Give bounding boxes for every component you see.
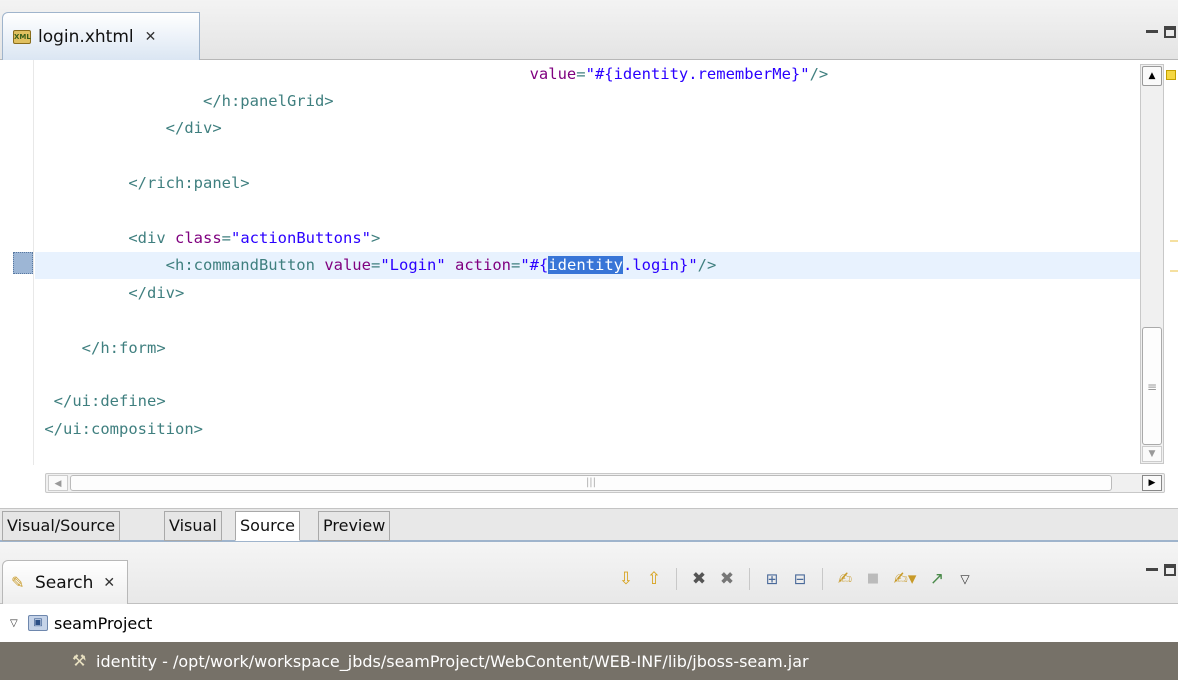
current-line-marker xyxy=(13,252,33,274)
toolbar-separator xyxy=(749,568,750,590)
search-match-row[interactable]: ⚒ identity - /opt/work/workspace_jbds/se… xyxy=(0,642,1178,680)
tab-preview[interactable]: Preview xyxy=(318,511,391,541)
pin-search-view-icon[interactable]: ↗ xyxy=(923,568,951,590)
code-line: </h:panelGrid> xyxy=(202,92,334,110)
warning-marker-icon[interactable] xyxy=(1166,70,1176,80)
search-view-tab[interactable]: ✎ Search ✕ xyxy=(2,560,128,604)
expand-all-icon[interactable]: ⊞ xyxy=(758,568,786,590)
scroll-right-arrow-icon[interactable]: ▶ xyxy=(1142,475,1162,491)
remove-match-icon[interactable]: ✖ xyxy=(685,568,713,590)
code-line: </ui:composition> xyxy=(44,420,203,438)
view-menu-icon[interactable]: ▽ xyxy=(951,568,979,590)
tab-visual-source[interactable]: Visual/Source xyxy=(2,511,121,541)
tree-node-project[interactable]: ▽ ▣ seamProject xyxy=(10,610,152,636)
code-text-area[interactable]: value="#{identity.rememberMe}"/> </h:pan… xyxy=(35,60,1140,465)
source-editor[interactable]: value="#{identity.rememberMe}"/> </h:pan… xyxy=(0,60,1178,508)
search-again-icon[interactable]: ✍ xyxy=(831,568,859,590)
tab-source[interactable]: Source xyxy=(235,511,300,541)
maximize-icon[interactable] xyxy=(1164,564,1176,576)
toolbar-separator xyxy=(676,568,677,590)
toolbar-separator xyxy=(822,568,823,590)
occurrence-marker[interactable] xyxy=(1170,270,1178,272)
search-results-tree[interactable]: ▽ ▣ seamProject ⚒ identity - /opt/work/w… xyxy=(0,604,1178,698)
minimize-icon[interactable] xyxy=(1146,30,1158,33)
code-line: </ui:define> xyxy=(53,392,166,410)
remove-all-matches-icon[interactable]: ✖ xyxy=(713,568,741,590)
editor-page-tabs: Visual/Source Visual Source Preview xyxy=(0,508,1178,542)
occurrence-marker[interactable] xyxy=(1170,240,1178,242)
project-label: seamProject xyxy=(54,613,153,633)
close-tab-icon[interactable]: ✕ xyxy=(103,575,115,591)
search-tab-label: Search xyxy=(35,572,94,593)
scroll-left-arrow-icon[interactable]: ◀ xyxy=(48,475,68,491)
code-line: value="#{identity.rememberMe}"/> xyxy=(529,65,829,83)
minimize-icon[interactable] xyxy=(1146,568,1158,571)
next-match-icon[interactable]: ⇩ xyxy=(612,568,640,590)
maximize-icon[interactable] xyxy=(1164,26,1176,38)
vertical-scrollbar[interactable]: ▲ ≡ ▼ xyxy=(1140,64,1164,464)
collapse-arrow-icon[interactable]: ▽ xyxy=(10,618,22,629)
editor-tab-login-xhtml[interactable]: XML login.xhtml ✕ xyxy=(2,12,200,60)
tab-visual[interactable]: Visual xyxy=(164,511,222,541)
code-line: </h:form> xyxy=(81,339,166,357)
cancel-search-icon[interactable]: ■ xyxy=(859,568,887,590)
code-line-current: <h:commandButton value="Login" action="#… xyxy=(35,252,1140,279)
search-match-label: identity - /opt/work/workspace_jbds/seam… xyxy=(96,651,809,671)
tools-icon: ⚒ xyxy=(72,651,87,670)
previous-match-icon[interactable]: ⇧ xyxy=(640,568,668,590)
editor-window-controls xyxy=(1146,26,1176,38)
project-folder-icon: ▣ xyxy=(28,615,48,631)
collapse-all-icon[interactable]: ⊟ xyxy=(786,568,814,590)
horizontal-scrollbar[interactable]: ◀ ||| ▶ xyxy=(45,473,1165,493)
search-toolbar: ⇩ ⇧ ✖ ✖ ⊞ ⊟ ✍ ■ ✍▾ ↗ ▽ xyxy=(612,568,979,590)
selected-text[interactable]: identity xyxy=(548,256,623,274)
vertical-scroll-thumb[interactable]: ≡ xyxy=(1142,327,1162,445)
code-line: </rich:panel> xyxy=(128,174,250,192)
code-line: <div class="actionButtons"> xyxy=(128,229,381,247)
code-line: </div> xyxy=(165,119,222,137)
vertical-ruler xyxy=(0,60,34,465)
xhtml-file-icon: XML xyxy=(13,29,31,44)
search-flashlight-icon: ✎ xyxy=(11,572,25,592)
close-tab-icon[interactable]: ✕ xyxy=(145,29,157,45)
editor-tab-label: login.xhtml xyxy=(38,26,134,47)
show-previous-searches-icon[interactable]: ✍▾ xyxy=(887,568,923,590)
scroll-up-arrow-icon[interactable]: ▲ xyxy=(1142,66,1162,86)
horizontal-scroll-thumb[interactable]: ||| xyxy=(70,475,1112,491)
scroll-down-arrow-icon[interactable]: ▼ xyxy=(1142,446,1162,462)
editor-tab-bar: XML login.xhtml ✕ xyxy=(0,0,1178,60)
code-line: </div> xyxy=(128,284,185,302)
search-view-tab-bar: ✎ Search ✕ ⇩ ⇧ ✖ ✖ ⊞ ⊟ ✍ ■ ✍▾ ↗ ▽ xyxy=(0,542,1178,604)
search-window-controls xyxy=(1146,564,1176,576)
overview-ruler[interactable] xyxy=(1164,64,1178,464)
